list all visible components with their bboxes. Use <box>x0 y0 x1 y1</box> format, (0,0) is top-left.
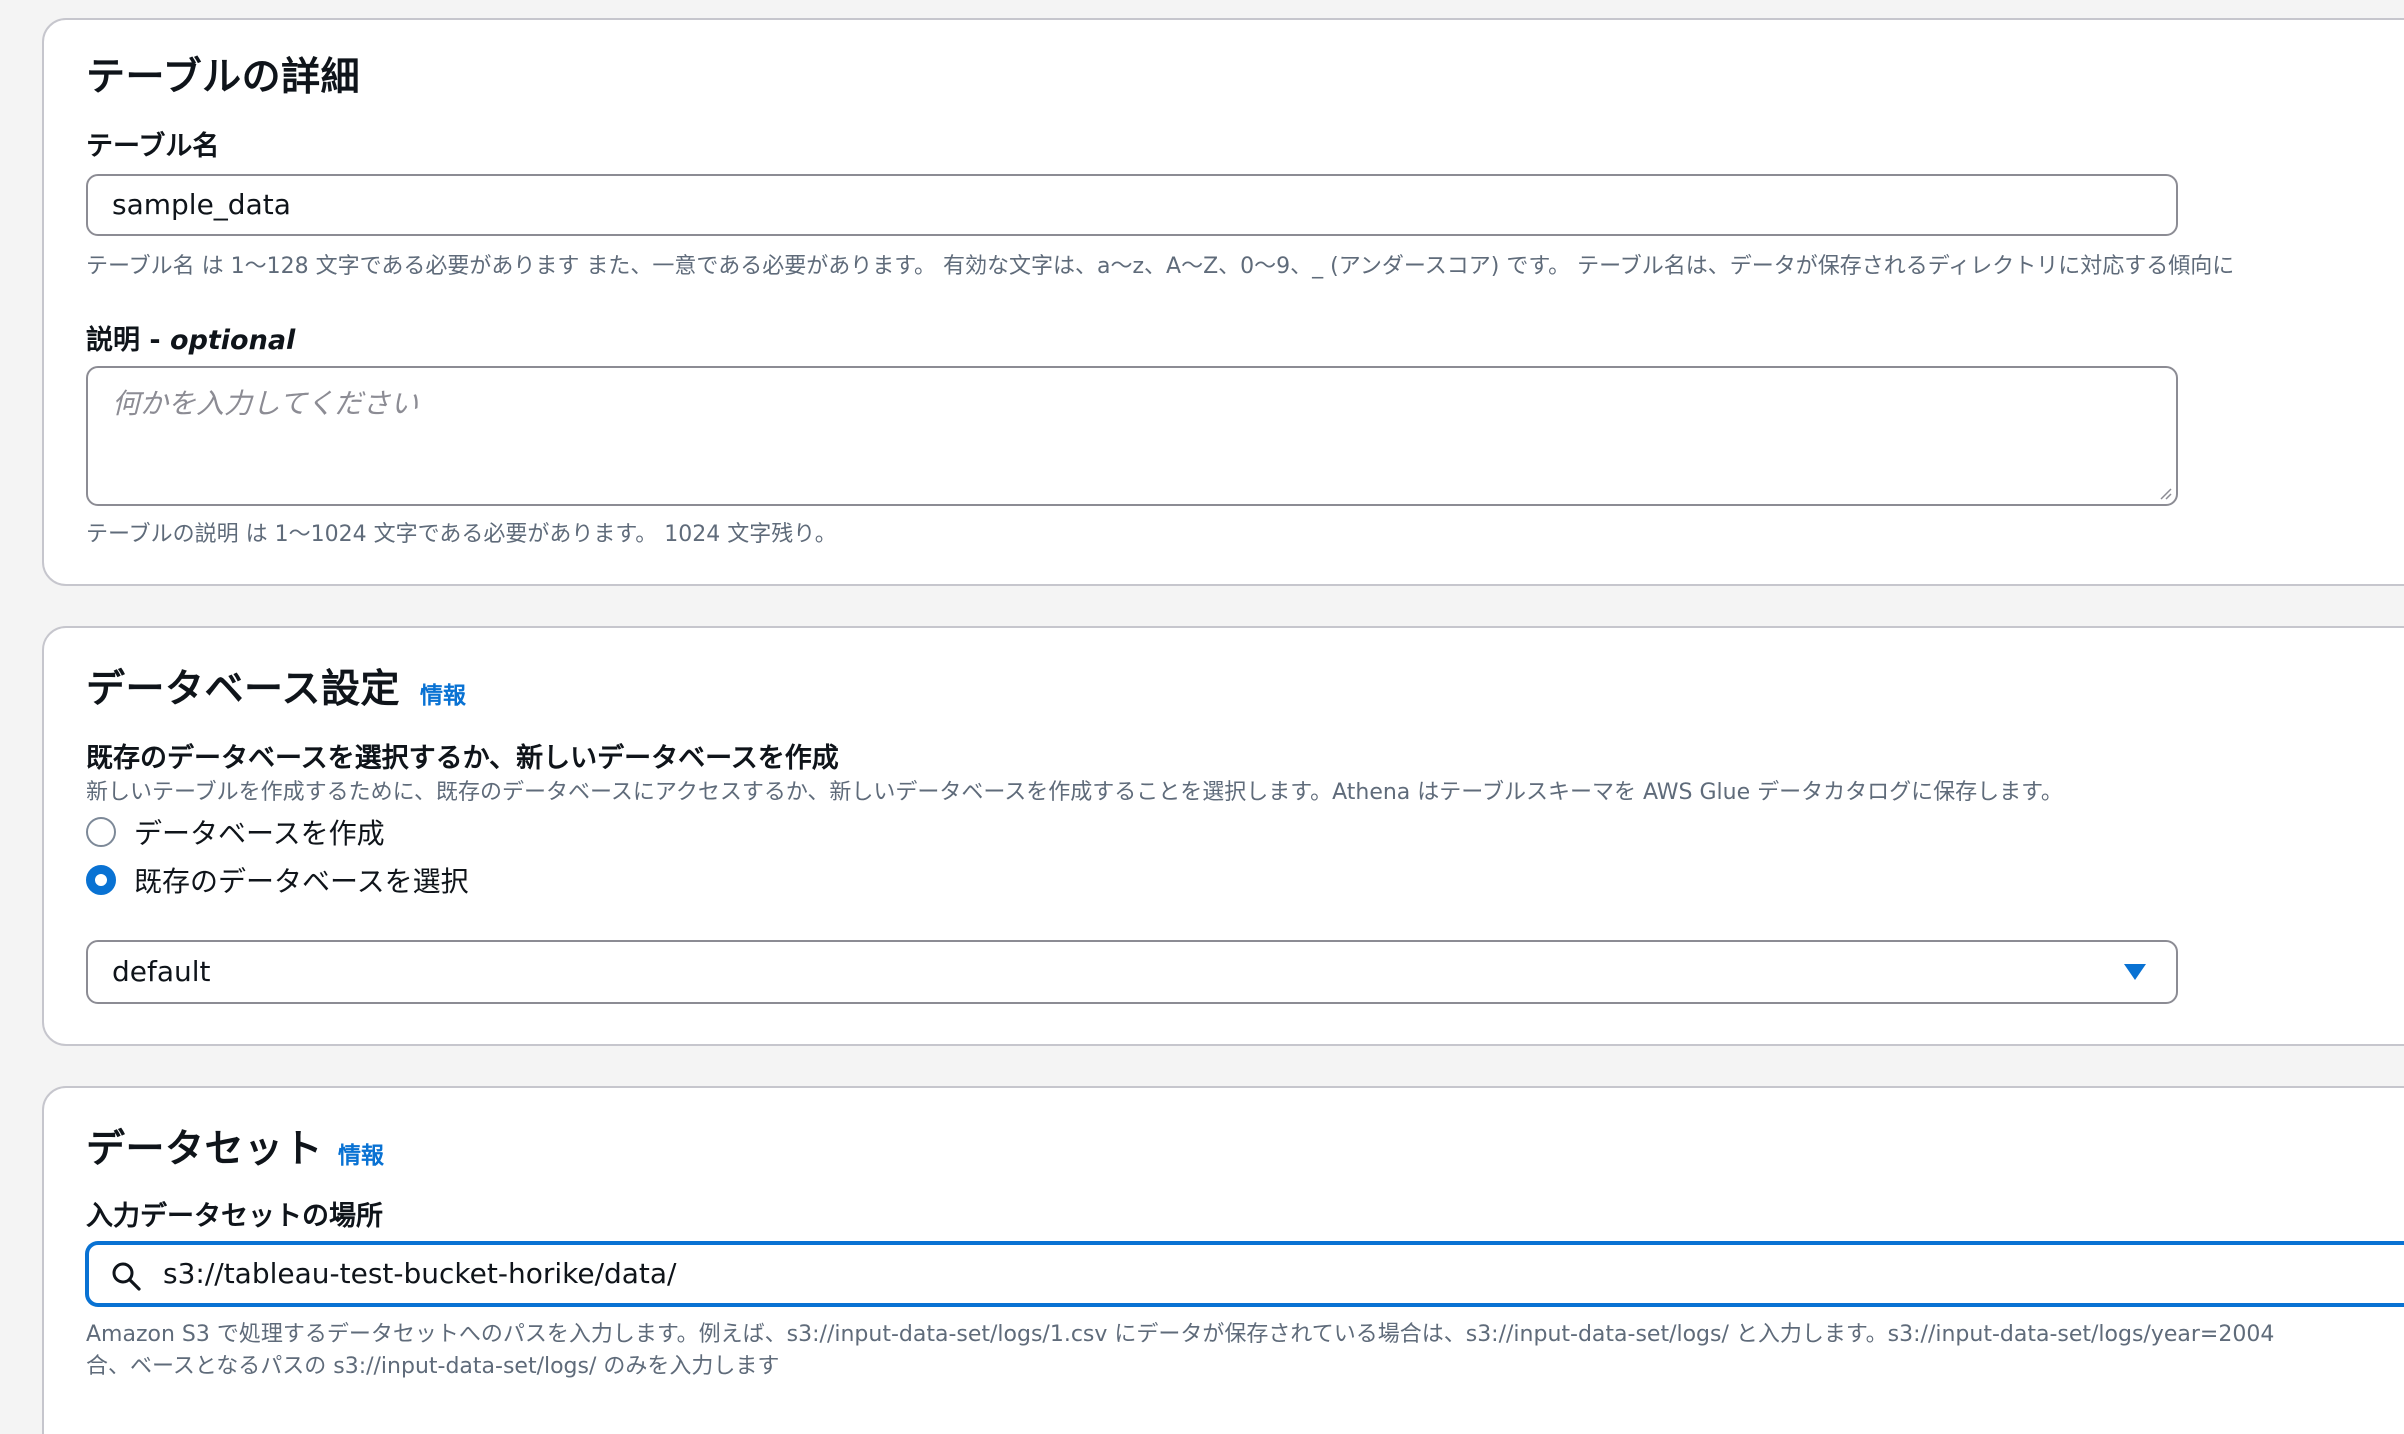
description-textarea[interactable]: 何かを入力してください <box>86 366 2178 506</box>
dataset-location-label: 入力データセットの場所 <box>86 1201 383 1232</box>
dataset-location-hint-line2: 合、ベースとなるパスの s3://input-data-set/logs/ のみ… <box>86 1354 780 1379</box>
database-settings-title: データベース設定 <box>86 667 401 712</box>
description-placeholder: 何かを入力してください <box>112 387 419 420</box>
description-label-text: 説明 - <box>86 325 171 356</box>
database-select[interactable]: default <box>86 940 2178 1004</box>
description-optional-tag: optional <box>170 325 296 356</box>
resize-grip-icon[interactable] <box>2158 486 2172 500</box>
radio-select-existing-database-control[interactable] <box>86 865 116 895</box>
table-name-label: テーブル名 <box>86 131 220 162</box>
search-icon <box>112 1262 141 1291</box>
table-name-hint: テーブル名 は 1〜128 文字である必要があります また、一意である必要があり… <box>86 254 2235 279</box>
database-choice-hint: 新しいテーブルを作成するために、既存のデータベースにアクセスするか、新しいデータ… <box>86 780 2063 805</box>
description-label: 説明 - optional <box>86 318 295 357</box>
dataset-title: データセット <box>86 1127 324 1172</box>
table-details-title: テーブルの詳細 <box>86 55 361 100</box>
dataset-info-link[interactable]: 情報 <box>338 1136 384 1170</box>
radio-create-database-label: データベースを作成 <box>134 817 385 850</box>
radio-select-existing-database[interactable]: 既存のデータベースを選択 <box>86 862 469 898</box>
page: テーブルの詳細 テーブル名 sample_data テーブル名 は 1〜128 … <box>0 0 2404 1434</box>
table-name-input[interactable]: sample_data <box>86 174 2178 236</box>
dataset-panel: データセット 情報 入力データセットの場所 s3://tableau-test-… <box>42 1086 2404 1434</box>
database-select-value: default <box>112 955 211 988</box>
radio-create-database[interactable]: データベースを作成 <box>86 814 385 850</box>
dataset-location-value: s3://tableau-test-bucket-horike/data/ <box>163 1257 677 1290</box>
table-details-panel: テーブルの詳細 テーブル名 sample_data テーブル名 は 1〜128 … <box>42 18 2404 586</box>
description-hint: テーブルの説明 は 1〜1024 文字である必要があります。 1024 文字残り… <box>86 522 837 547</box>
table-name-value: sample_data <box>112 188 291 221</box>
radio-create-database-control[interactable] <box>86 817 116 847</box>
caret-down-icon <box>2124 964 2146 980</box>
database-settings-info-link[interactable]: 情報 <box>420 676 466 710</box>
dataset-location-hint-line1: Amazon S3 で処理するデータセットへのパスを入力します。例えば、s3:/… <box>86 1322 2275 1347</box>
radio-select-existing-database-label: 既存のデータベースを選択 <box>134 865 469 898</box>
database-choice-label: 既存のデータベースを選択するか、新しいデータベースを作成 <box>86 743 839 774</box>
database-settings-panel: データベース設定 情報 既存のデータベースを選択するか、新しいデータベースを作成… <box>42 626 2404 1046</box>
dataset-location-search-input[interactable]: s3://tableau-test-bucket-horike/data/ <box>86 1242 2404 1306</box>
